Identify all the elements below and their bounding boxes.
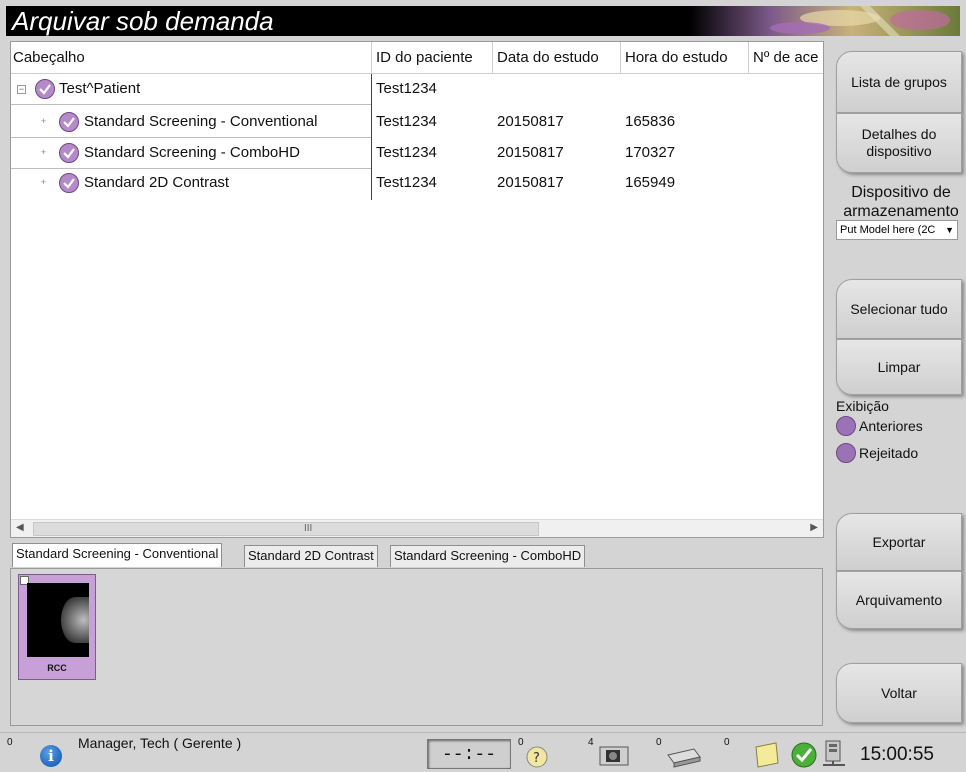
window-title: Arquivar sob demanda — [12, 6, 274, 36]
tab-standard-screening-combohd[interactable]: Standard Screening - ComboHD — [390, 545, 586, 567]
tree-row-study[interactable]: + Standard Screening - Conventional Test… — [11, 107, 823, 137]
clear-button[interactable]: Limpar — [836, 339, 962, 395]
row-patient-id: Test1234 — [376, 113, 437, 130]
image-queue-icon[interactable] — [596, 741, 632, 769]
system-clock: 15:00:55 — [860, 744, 934, 765]
right-sidebar: Lista de grupos Detalhes do dispositivo … — [828, 41, 966, 731]
device-details-button[interactable]: Detalhes do dispositivo — [836, 113, 962, 173]
check-icon[interactable] — [59, 173, 79, 193]
study-tree-grid[interactable]: Cabeçalho ID do paciente Data do estudo … — [10, 41, 824, 538]
check-icon[interactable] — [35, 79, 55, 99]
horizontal-scrollbar[interactable]: ◀ III ▶ — [11, 519, 823, 537]
archive-button[interactable]: Arquivamento — [836, 571, 962, 629]
column-header-study-time[interactable]: Hora do estudo — [621, 42, 748, 74]
column-header-accession[interactable]: Nº de ace — [749, 42, 823, 74]
display-label: Exibição — [836, 398, 889, 414]
storage-device-select[interactable]: Put Model here (2C ▼ — [836, 220, 958, 240]
row-study-date: 20150817 — [497, 174, 564, 191]
grid-header: Cabeçalho ID do paciente Data do estudo … — [11, 42, 823, 74]
row-study-time: 165836 — [625, 113, 676, 130]
check-icon[interactable] — [59, 143, 79, 163]
mammogram-image — [27, 583, 89, 657]
back-button[interactable]: Voltar — [836, 663, 962, 723]
flower-banner-image — [690, 6, 960, 36]
row-study-time: 170327 — [625, 144, 676, 161]
export-button[interactable]: Exportar — [836, 513, 962, 571]
group-list-button[interactable]: Lista de grupos — [836, 51, 962, 113]
storage-device-label: Dispositivo de armazenamento — [843, 184, 959, 220]
row-study-time: 165949 — [625, 174, 676, 191]
tree-row-study[interactable]: + Standard Screening - ComboHD Test1234 … — [11, 138, 823, 168]
tree-row-patient[interactable]: − Test^Patient Test1234 — [11, 74, 823, 104]
help-count: 0 — [518, 737, 524, 748]
row-study-date: 20150817 — [497, 144, 564, 161]
column-header-heading[interactable]: Cabeçalho — [11, 42, 371, 74]
expand-icon[interactable]: + — [39, 178, 48, 188]
scrollbar-grip: III — [304, 523, 313, 534]
scrollbar-thumb[interactable]: III — [33, 522, 539, 536]
previous-label: Anteriores — [859, 418, 923, 434]
collapse-icon[interactable]: − — [17, 85, 26, 94]
svg-text:?: ? — [533, 751, 540, 766]
image-thumbnail[interactable]: RCC — [18, 574, 96, 680]
help-icon[interactable]: ? — [524, 745, 550, 769]
notes-icon[interactable] — [752, 741, 782, 769]
tab-standard-screening-conventional[interactable]: Standard Screening - Conventional — [12, 543, 223, 567]
title-bar: Arquivar sob demanda — [6, 6, 960, 36]
tab-standard-2d-contrast[interactable]: Standard 2D Contrast — [244, 545, 378, 567]
info-count: 0 — [7, 737, 13, 748]
thumbnail-label: RCC — [47, 663, 67, 673]
row-patient-id: Test1234 — [376, 80, 437, 97]
column-header-patient-id[interactable]: ID do paciente — [372, 42, 492, 74]
thumbnail-area: RCC — [10, 568, 823, 726]
chevron-down-icon: ▼ — [945, 225, 954, 235]
column-header-study-date[interactable]: Data do estudo — [493, 42, 620, 74]
current-user[interactable]: Manager, Tech ( Gerente ) — [78, 735, 241, 751]
check-icon[interactable] — [59, 112, 79, 132]
toggle-dot-icon[interactable] — [836, 443, 856, 463]
storage-device-value: Put Model here (2C — [840, 224, 936, 236]
expand-icon[interactable]: + — [39, 117, 48, 127]
scroll-right-icon[interactable]: ▶ — [810, 522, 818, 533]
row-study-date: 20150817 — [497, 113, 564, 130]
printer-icon[interactable] — [664, 743, 704, 769]
expand-icon[interactable]: + — [39, 148, 48, 158]
tree-row-study[interactable]: + Standard 2D Contrast Test1234 20150817… — [11, 168, 823, 198]
row-patient-id: Test1234 — [376, 144, 437, 161]
row-patient-id: Test1234 — [376, 174, 437, 191]
status-bar: 0 i Manager, Tech ( Gerente ) --:-- 0 ? … — [0, 732, 966, 772]
scroll-left-icon[interactable]: ◀ — [16, 522, 24, 533]
network-drive-icon[interactable] — [820, 739, 848, 769]
print-count: 0 — [656, 737, 662, 748]
status-ok-icon[interactable] — [790, 741, 818, 769]
queue-count: 4 — [588, 737, 594, 748]
row-heading: Standard Screening - Conventional — [84, 113, 318, 130]
toggle-dot-icon[interactable] — [836, 416, 856, 436]
info-icon[interactable]: i — [40, 745, 62, 767]
select-all-button[interactable]: Selecionar tudo — [836, 279, 962, 339]
rejected-label: Rejeitado — [859, 445, 919, 461]
row-heading: Test^Patient — [59, 80, 141, 97]
note-count: 0 — [724, 737, 730, 748]
row-heading: Standard Screening - ComboHD — [84, 144, 300, 161]
clock-display: --:-- — [427, 739, 511, 769]
row-heading: Standard 2D Contrast — [84, 174, 230, 191]
